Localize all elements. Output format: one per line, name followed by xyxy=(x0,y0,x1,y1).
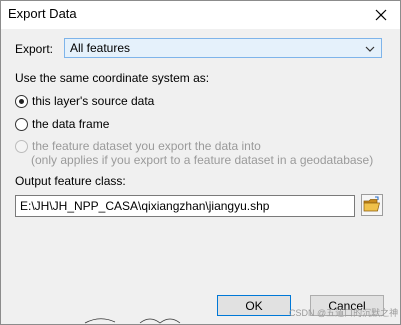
export-selected-value: All features xyxy=(70,41,131,55)
close-icon xyxy=(375,9,387,21)
chevron-down-icon xyxy=(365,46,375,52)
watermark: CSDN @五道口的沉默之神 xyxy=(289,308,399,318)
radio-button[interactable] xyxy=(15,117,28,131)
radio-source-data[interactable]: this layer's source data xyxy=(15,94,154,108)
output-feature-class-label: Output feature class: xyxy=(15,174,126,188)
ok-button[interactable]: OK xyxy=(217,295,291,316)
title-bar: Export Data xyxy=(1,1,400,29)
radio-data-frame-label: the data frame xyxy=(32,117,110,131)
export-dropdown[interactable]: All features xyxy=(64,38,382,58)
ok-button-label: OK xyxy=(245,298,263,313)
open-folder-icon xyxy=(363,196,380,212)
export-data-dialog: Export Data Export: All features Use the… xyxy=(0,0,401,325)
coordinate-system-label: Use the same coordinate system as: xyxy=(15,71,210,85)
decorative-scribble xyxy=(84,318,181,324)
browse-button[interactable] xyxy=(361,194,383,216)
output-path-field[interactable]: E:\JH\JH_NPP_CASA\qixiangzhan\jiangyu.sh… xyxy=(15,195,355,217)
export-label: Export: xyxy=(15,42,54,56)
radio-feature-dataset-label: the feature dataset you export the data … xyxy=(32,139,261,153)
window-title: Export Data xyxy=(8,6,77,21)
radio-button-checked[interactable] xyxy=(15,94,28,108)
radio-button-disabled xyxy=(15,139,28,153)
radio-data-frame[interactable]: the data frame xyxy=(15,117,109,131)
radio-source-data-label: this layer's source data xyxy=(32,94,155,108)
radio-feature-dataset: the feature dataset you export the data … xyxy=(15,139,261,153)
output-path-value: E:\JH\JH_NPP_CASA\qixiangzhan\jiangyu.sh… xyxy=(20,199,270,213)
feature-dataset-note: (only applies if you export to a feature… xyxy=(31,153,374,167)
close-button[interactable] xyxy=(368,3,394,27)
